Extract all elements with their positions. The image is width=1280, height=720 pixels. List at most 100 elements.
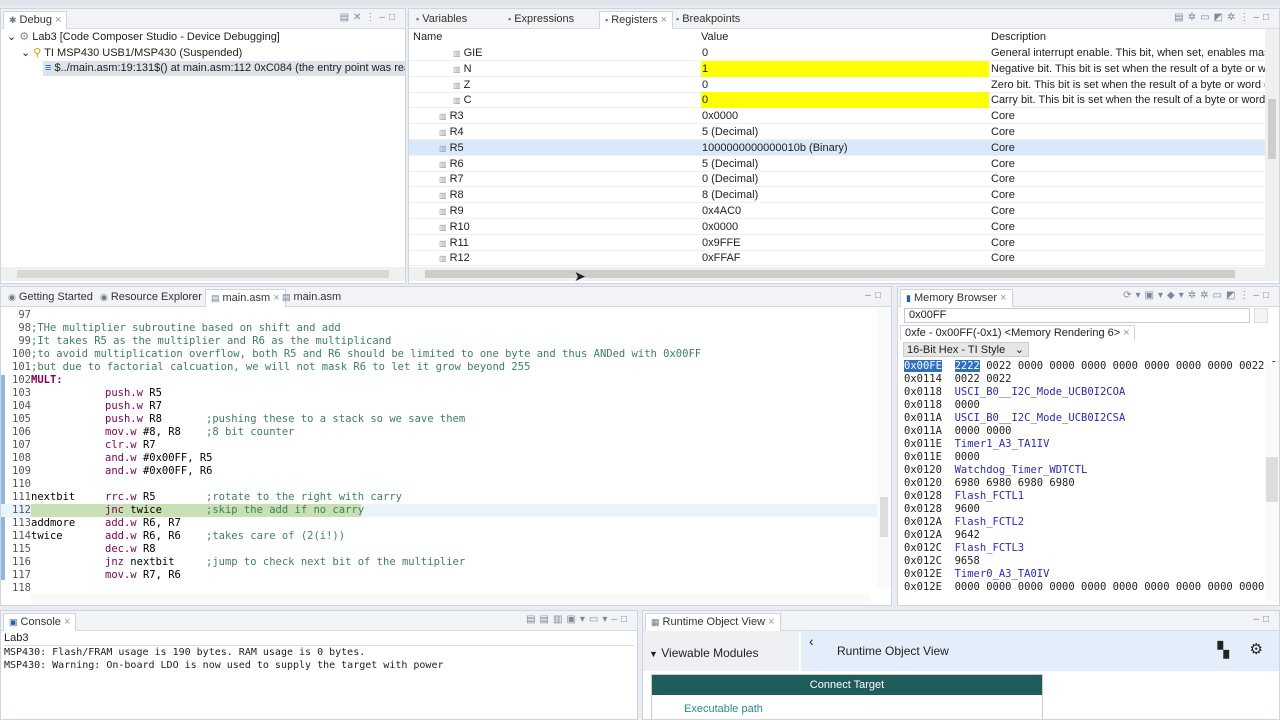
register-row[interactable]: ▥ N 1 Negative bit. This bit is set when th… (409, 60, 1279, 77)
close-icon[interactable]: × (1000, 292, 1006, 304)
register-row[interactable]: ▥ R3 0x0000 Core (409, 108, 1265, 125)
grid-icon[interactable]: ▚ (1217, 641, 1229, 659)
tab-runtime-object-view[interactable]: ▦ Runtime Object View × (645, 613, 781, 631)
register-value[interactable]: 0 (701, 77, 989, 93)
register-value[interactable]: 5 (Decimal) (701, 124, 989, 140)
register-row[interactable]: ▥ R9 0x4AC0 Core (409, 203, 1265, 219)
tab-registers[interactable]: ▪ Registers × (599, 11, 674, 29)
register-row[interactable]: ▥ R5 1000000000000010b (Binary) Core (409, 139, 1265, 156)
horizontal-scrollbar[interactable] (1, 267, 405, 281)
register-row[interactable]: ▥ R4 5 (Decimal) Core (409, 124, 1265, 140)
vertical-scrollbar[interactable] (877, 307, 891, 587)
view-toolbar[interactable]: –□ (865, 290, 885, 301)
register-row[interactable]: ▥ Z 0 Zero bit. This bit is set when the re… (409, 77, 1279, 93)
register-value[interactable]: 0 (701, 45, 989, 61)
memory-row[interactable]: 0x0120 6980 6980 6980 6980 (904, 477, 1075, 490)
memory-row[interactable]: 0x00FE 2222 0022 0000 0000 0000 0000 000… (904, 360, 1279, 373)
code-line[interactable]: 112 jnc twice ;skip the add if no carry (1, 504, 877, 517)
code-line[interactable]: 103 push.w R5 (1, 387, 877, 400)
viewable-modules-toggle[interactable]: ▼ Viewable Modules (643, 631, 799, 671)
vertical-scrollbar[interactable] (1265, 362, 1279, 602)
register-row[interactable]: ▥ GIE 0 General interrupt enable. This bit,… (409, 45, 1279, 61)
register-value[interactable]: 5 (Decimal) (701, 156, 989, 172)
memory-row[interactable]: 0x011E Timer1_A3_TA1IV (904, 438, 1049, 451)
memory-row[interactable]: 0x0114 0022 0022 (904, 373, 1012, 386)
close-icon[interactable]: × (661, 14, 667, 26)
register-value[interactable]: 1000000000000010b (Binary) (701, 140, 989, 156)
memory-row[interactable]: 0x011A USCI_B0__I2C_Mode_UCB0I2CSA (904, 412, 1125, 425)
memory-row[interactable]: 0x012E Timer0_A3_TA0IV (904, 568, 1049, 581)
register-value[interactable]: 0 (701, 92, 989, 109)
tree-item-lab3[interactable]: ⌄ ⚙ Lab3 [Code Composer Studio - Device … (7, 30, 280, 43)
tab-memory-browser[interactable]: ▮ Memory Browser × (900, 289, 1013, 307)
memory-rendering-tab[interactable]: 0xfe - 0x00FF(-0x1) <Memory Rendering 6>… (900, 325, 1135, 340)
register-value[interactable]: 0 (Decimal) (701, 171, 989, 187)
tab-expressions[interactable]: ▪ Expressions (503, 11, 579, 29)
gear-icon[interactable]: ⚙ (1250, 640, 1263, 658)
code-line[interactable]: 104 push.w R7 (1, 400, 877, 413)
memory-row[interactable]: 0x0120 Watchdog_Timer_WDTCTL (904, 464, 1087, 477)
register-row[interactable]: ▥ R8 8 (Decimal) Core (409, 187, 1265, 204)
memory-row[interactable]: 0x0128 Flash_FCTL1 (904, 490, 1024, 503)
code-line[interactable]: 100 ;to avoid multiplication overflow, bo… (1, 348, 877, 361)
view-toolbar[interactable]: ▤▤▥▣▾▭▾–□ (526, 614, 631, 625)
code-line[interactable]: 117 mov.w R7, R6 (1, 569, 877, 582)
code-line[interactable]: 107 clr.w R7 (1, 439, 877, 452)
code-line[interactable]: 102 MULT: (1, 374, 877, 387)
horizontal-scrollbar[interactable] (31, 593, 871, 605)
code-line[interactable]: 114 twice add.w R6, R6 ;takes care of (2(i!… (1, 530, 877, 543)
register-value[interactable]: 0x9FFE (701, 235, 989, 251)
register-value[interactable]: 0xFFAF (701, 250, 989, 266)
register-value[interactable]: 8 (Decimal) (701, 187, 989, 203)
tree-item-target[interactable]: ⌄ ⚲ TI MSP430 USB1/MSP430 (Suspended) (21, 46, 242, 59)
memory-selected-word[interactable]: 2222 (954, 360, 980, 372)
go-button[interactable] (1254, 308, 1268, 323)
memory-row[interactable]: 0x012C 9658 (904, 555, 980, 568)
column-header-name[interactable]: Name (413, 31, 442, 43)
code-line[interactable]: 97 (1, 309, 877, 322)
memory-row[interactable]: 0x0128 9600 (904, 503, 980, 516)
code-line[interactable]: 113 addmore add.w R6, R7 (1, 517, 877, 530)
memory-row[interactable]: 0x011E 0000 (904, 451, 980, 464)
view-toolbar[interactable]: –□ (1253, 614, 1273, 625)
code-line[interactable]: 115 dec.w R8 (1, 543, 877, 556)
memory-row[interactable]: 0x0118 0000 (904, 399, 980, 412)
memory-row[interactable]: 0x012A Flash_FCTL2 (904, 516, 1024, 529)
register-value[interactable]: 0x0000 (701, 108, 989, 124)
code-line[interactable]: 110 (1, 478, 877, 491)
code-line[interactable]: 108 and.w #0x00FF, R5 (1, 452, 877, 465)
column-header-description[interactable]: Description (991, 31, 1046, 43)
address-input[interactable]: 0x00FF (904, 308, 1250, 323)
code-line[interactable]: 98 ;THe multiplier subroutine based on sh… (1, 322, 877, 335)
code-line[interactable]: 99 ;It takes R5 as the multiplier and R6 … (1, 335, 877, 348)
memory-row[interactable]: 0x012E 0000 0000 0000 0000 0000 0000 000… (904, 581, 1279, 594)
tree-item-stack-frame[interactable]: ≡ $../main.asm:19:131$() at main.asm:112… (43, 61, 405, 76)
memory-row[interactable]: 0x012A 9642 (904, 529, 980, 542)
memory-row[interactable]: 0x011A 0000 0000 (904, 425, 1012, 438)
vertical-scrollbar[interactable] (1265, 29, 1279, 267)
view-toolbar[interactable]: ▤✕⋮–□ (340, 12, 399, 23)
close-icon[interactable]: × (64, 616, 70, 628)
code-line[interactable]: 106 mov.w #8, R8 ;8 bit counter (1, 426, 877, 439)
register-row[interactable]: ▥ C 0 Carry bit. This bit is set when the r… (409, 92, 1279, 109)
back-chevron-icon[interactable]: ‹ (809, 633, 814, 649)
register-row[interactable]: ▥ R12 0xFFAF Core (409, 250, 1265, 267)
memory-row[interactable]: 0x0118 USCI_B0__I2C_Mode_UCB0I2COA (904, 386, 1125, 399)
register-value[interactable]: 0x4AC0 (701, 203, 989, 219)
register-row[interactable]: ▥ R10 0x0000 Core (409, 219, 1265, 235)
close-icon[interactable]: × (1123, 327, 1129, 339)
register-row[interactable]: ▥ R7 0 (Decimal) Core (409, 171, 1265, 188)
tab-debug[interactable]: ✱ Debug × (3, 11, 68, 29)
code-line[interactable]: 111 nextbit rrc.w R5 ;rotate to the right w… (1, 491, 877, 504)
code-line[interactable]: 116 jnz nextbit ;jump to check next bit of… (1, 556, 877, 569)
connect-target-button[interactable]: Connect Target (652, 675, 1042, 695)
horizontal-scrollbar[interactable] (409, 267, 1279, 281)
tab-console[interactable]: ▣ Console × (3, 613, 77, 631)
tab-breakpoints[interactable]: ▪ Breakpoints (671, 11, 745, 29)
format-select[interactable]: 16-Bit Hex - TI Style ⌄ (903, 342, 1029, 357)
column-header-value[interactable]: Value (701, 31, 728, 43)
close-icon[interactable]: × (768, 616, 774, 628)
view-toolbar[interactable]: ⟳▾▣▾◆▾✲✲▭◩⋮–□ (1123, 290, 1273, 301)
code-line[interactable]: 101 ;but due to factorial calcuation, we … (1, 361, 877, 374)
close-icon[interactable]: × (55, 14, 61, 26)
